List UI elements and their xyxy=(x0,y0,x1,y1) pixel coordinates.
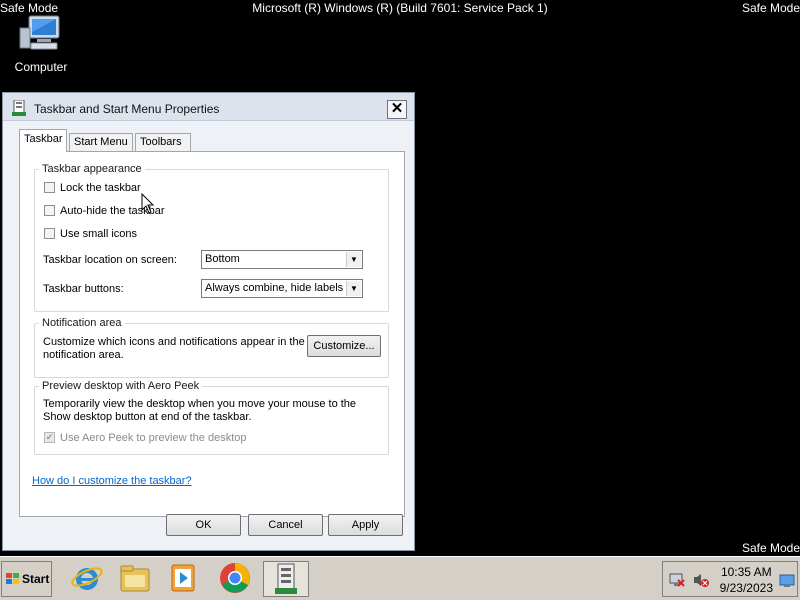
taskbar-media-player[interactable] xyxy=(164,561,202,597)
start-label: Start xyxy=(22,572,50,586)
taskbar-buttons-label: Taskbar buttons: xyxy=(43,283,124,295)
taskbar-appearance-group: Taskbar appearance Lock the taskbar Auto… xyxy=(34,163,389,312)
mouse-cursor-icon xyxy=(141,193,155,214)
taskbar-internet-explorer[interactable] xyxy=(68,561,106,597)
customize-button[interactable]: Customize... xyxy=(307,335,381,357)
chevron-down-icon: ▼ xyxy=(346,252,361,267)
computer-icon xyxy=(19,15,60,50)
chrome-icon xyxy=(220,563,250,593)
chevron-down-icon: ▼ xyxy=(346,281,361,296)
show-desktop-icon[interactable] xyxy=(779,574,795,588)
safe-mode-label-bottom-right: Safe Mode xyxy=(741,541,800,555)
notification-area-text: Customize which icons and notifications … xyxy=(43,336,305,361)
taskbar-appearance-legend: Taskbar appearance xyxy=(39,163,145,175)
lock-taskbar-checkbox[interactable] xyxy=(44,182,55,193)
taskbar-tab-panel: Taskbar appearance Lock the taskbar Auto… xyxy=(19,151,405,517)
lock-taskbar-label[interactable]: Lock the taskbar xyxy=(60,182,141,194)
notification-area-group: Notification area Customize which icons … xyxy=(34,317,389,378)
taskbar-buttons-value: Always combine, hide labels xyxy=(205,282,344,294)
notification-area-legend: Notification area xyxy=(39,317,125,329)
auto-hide-checkbox[interactable] xyxy=(44,205,55,216)
folder-icon xyxy=(120,565,150,592)
checkmark-icon: ✔ xyxy=(45,432,54,442)
system-tray: 10:35 AM 9/23/2023 xyxy=(662,561,798,597)
tab-toolbars[interactable]: Toolbars xyxy=(135,133,191,152)
clock-date: 9/23/2023 xyxy=(719,581,773,595)
apply-button[interactable]: Apply xyxy=(328,514,403,536)
taskbar-chrome[interactable] xyxy=(216,561,254,597)
aero-peek-legend: Preview desktop with Aero Peek xyxy=(39,380,203,392)
clock-time: 10:35 AM xyxy=(720,565,772,579)
aero-peek-group: Preview desktop with Aero Peek Temporari… xyxy=(34,380,389,455)
taskbar-properties-dialog: Taskbar and Start Menu Properties ✕ Task… xyxy=(2,92,415,551)
volume-muted-icon[interactable] xyxy=(693,572,709,588)
taskbar: Start 10:35 AM 9/23/2023 xyxy=(0,556,800,600)
close-button[interactable]: ✕ xyxy=(387,100,407,119)
ok-button[interactable]: OK xyxy=(166,514,241,536)
computer-label: Computer xyxy=(14,60,68,74)
clock[interactable]: 10:35 AM 9/23/2023 xyxy=(720,564,773,596)
start-button[interactable]: Start xyxy=(1,561,52,597)
safe-mode-label-top-right: Safe Mode xyxy=(741,1,800,15)
aero-peek-checkbox[interactable]: ✔ xyxy=(44,432,55,443)
tab-start-menu[interactable]: Start Menu xyxy=(69,133,133,152)
taskbar-properties-icon xyxy=(12,100,26,116)
help-link[interactable]: How do I customize the taskbar? xyxy=(32,475,192,487)
small-icons-checkbox[interactable] xyxy=(44,228,55,239)
taskbar-location-value: Bottom xyxy=(205,253,240,265)
computer-desktop-icon[interactable]: Computer xyxy=(6,14,76,74)
windows-flag-icon xyxy=(6,573,19,584)
taskbar-location-select[interactable]: Bottom ▼ xyxy=(201,250,363,269)
taskbar-buttons-select[interactable]: Always combine, hide labels ▼ xyxy=(201,279,363,298)
small-icons-label[interactable]: Use small icons xyxy=(60,228,137,240)
dialog-titlebar[interactable]: Taskbar and Start Menu Properties ✕ xyxy=(3,93,414,121)
taskbar-file-explorer[interactable] xyxy=(116,561,154,597)
close-icon: ✕ xyxy=(390,100,404,117)
build-info: Microsoft (R) Windows (R) (Build 7601: S… xyxy=(252,1,548,15)
taskbar-location-label: Taskbar location on screen: xyxy=(43,254,177,266)
aero-peek-text: Temporarily view the desktop when you mo… xyxy=(43,398,357,423)
network-disconnected-icon[interactable] xyxy=(669,572,685,588)
aero-peek-label: Use Aero Peek to preview the desktop xyxy=(60,432,247,444)
dialog-title: Taskbar and Start Menu Properties xyxy=(34,102,220,116)
properties-window-icon xyxy=(275,563,297,594)
internet-explorer-icon xyxy=(71,567,103,590)
taskbar-properties-window[interactable] xyxy=(263,561,309,597)
cancel-button[interactable]: Cancel xyxy=(248,514,323,536)
tab-taskbar[interactable]: Taskbar xyxy=(19,129,67,152)
media-player-icon xyxy=(171,564,195,592)
